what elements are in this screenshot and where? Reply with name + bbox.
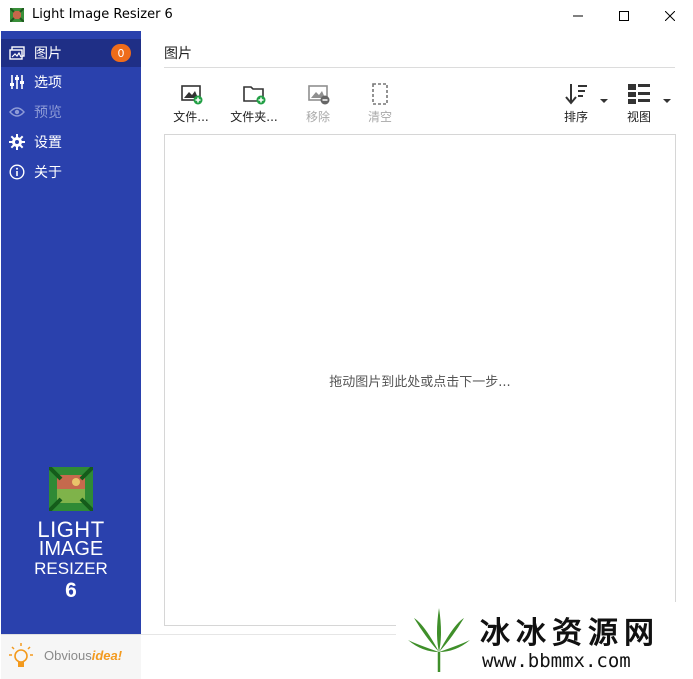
window-title: Light Image Resizer 6 xyxy=(32,7,173,22)
watermark: 冰冰资源网 www.bbmmx.com xyxy=(396,602,693,678)
image-drop-zone[interactable]: 拖动图片到此处或点击下一步... xyxy=(164,134,676,626)
view-dropdown-chevron-down-icon[interactable] xyxy=(662,97,672,105)
minimize-icon xyxy=(573,15,583,16)
logo-text-resizer: RESIZER xyxy=(34,559,108,578)
info-icon xyxy=(9,164,25,180)
remove-image-icon xyxy=(308,85,330,105)
sort-icon xyxy=(565,84,587,105)
gear-icon xyxy=(9,134,25,150)
pictures-icon xyxy=(9,45,25,61)
add-folder-icon xyxy=(243,86,266,105)
logo-text-version: 6 xyxy=(65,579,77,602)
eye-icon xyxy=(9,104,25,120)
lightbulb-icon xyxy=(9,643,33,667)
page-title: 图片 xyxy=(164,46,192,62)
add-image-icon xyxy=(181,85,203,105)
watermark-url: www.bbmmx.com xyxy=(482,650,631,672)
sidebar: 图片 0 选项 预览 设置 关于 LIGHT IMAGE RESIZER 6 xyxy=(1,31,141,634)
sort-button[interactable]: 排序 xyxy=(551,82,601,126)
remove-label: 移除 xyxy=(305,110,330,124)
sidebar-item-label: 图片 xyxy=(34,46,62,62)
watermark-title: 冰冰资源网 xyxy=(480,616,660,651)
sidebar-item-preview[interactable]: 预览 xyxy=(1,98,141,126)
logo-text-image: IMAGE xyxy=(38,538,104,560)
view-list-icon xyxy=(628,84,650,104)
close-button[interactable] xyxy=(647,0,693,31)
title-divider xyxy=(164,67,675,68)
close-icon xyxy=(665,10,675,21)
clear-icon xyxy=(372,83,388,105)
sidebar-item-pictures[interactable]: 图片 0 xyxy=(1,39,141,67)
brand-name: Obviousidea! xyxy=(44,648,123,663)
drop-hint-text: 拖动图片到此处或点击下一步... xyxy=(329,375,511,390)
view-label: 视图 xyxy=(626,110,651,124)
sidebar-item-label: 预览 xyxy=(34,105,62,121)
leaf-icon xyxy=(408,608,470,672)
sidebar-item-label: 关于 xyxy=(34,165,62,181)
add-file-button[interactable]: 文件... xyxy=(166,82,216,126)
clear-label: 清空 xyxy=(367,110,392,124)
add-file-label: 文件... xyxy=(173,110,209,124)
sidebar-item-label: 设置 xyxy=(34,135,62,151)
maximize-button[interactable] xyxy=(601,0,647,31)
add-folder-label: 文件夹... xyxy=(230,110,278,124)
app-icon xyxy=(10,8,24,22)
brand-footer[interactable]: Obviousidea! xyxy=(1,634,141,679)
maximize-icon xyxy=(619,10,629,21)
app-logo-icon xyxy=(49,467,93,511)
title-bar: Light Image Resizer 6 xyxy=(0,0,693,31)
minimize-button[interactable] xyxy=(555,0,601,31)
clear-button[interactable]: 清空 xyxy=(355,82,405,126)
sidebar-item-settings[interactable]: 设置 xyxy=(1,128,141,156)
sidebar-item-label: 选项 xyxy=(34,75,62,91)
sliders-icon xyxy=(9,74,25,90)
remove-button[interactable]: 移除 xyxy=(293,82,343,126)
add-folder-button[interactable]: 文件夹... xyxy=(229,82,279,126)
sort-dropdown-chevron-down-icon[interactable] xyxy=(599,97,609,105)
sort-label: 排序 xyxy=(563,110,588,124)
sidebar-item-options[interactable]: 选项 xyxy=(1,68,141,96)
view-button[interactable]: 视图 xyxy=(614,82,664,126)
sidebar-item-about[interactable]: 关于 xyxy=(1,158,141,186)
pictures-count-badge: 0 xyxy=(111,44,131,62)
